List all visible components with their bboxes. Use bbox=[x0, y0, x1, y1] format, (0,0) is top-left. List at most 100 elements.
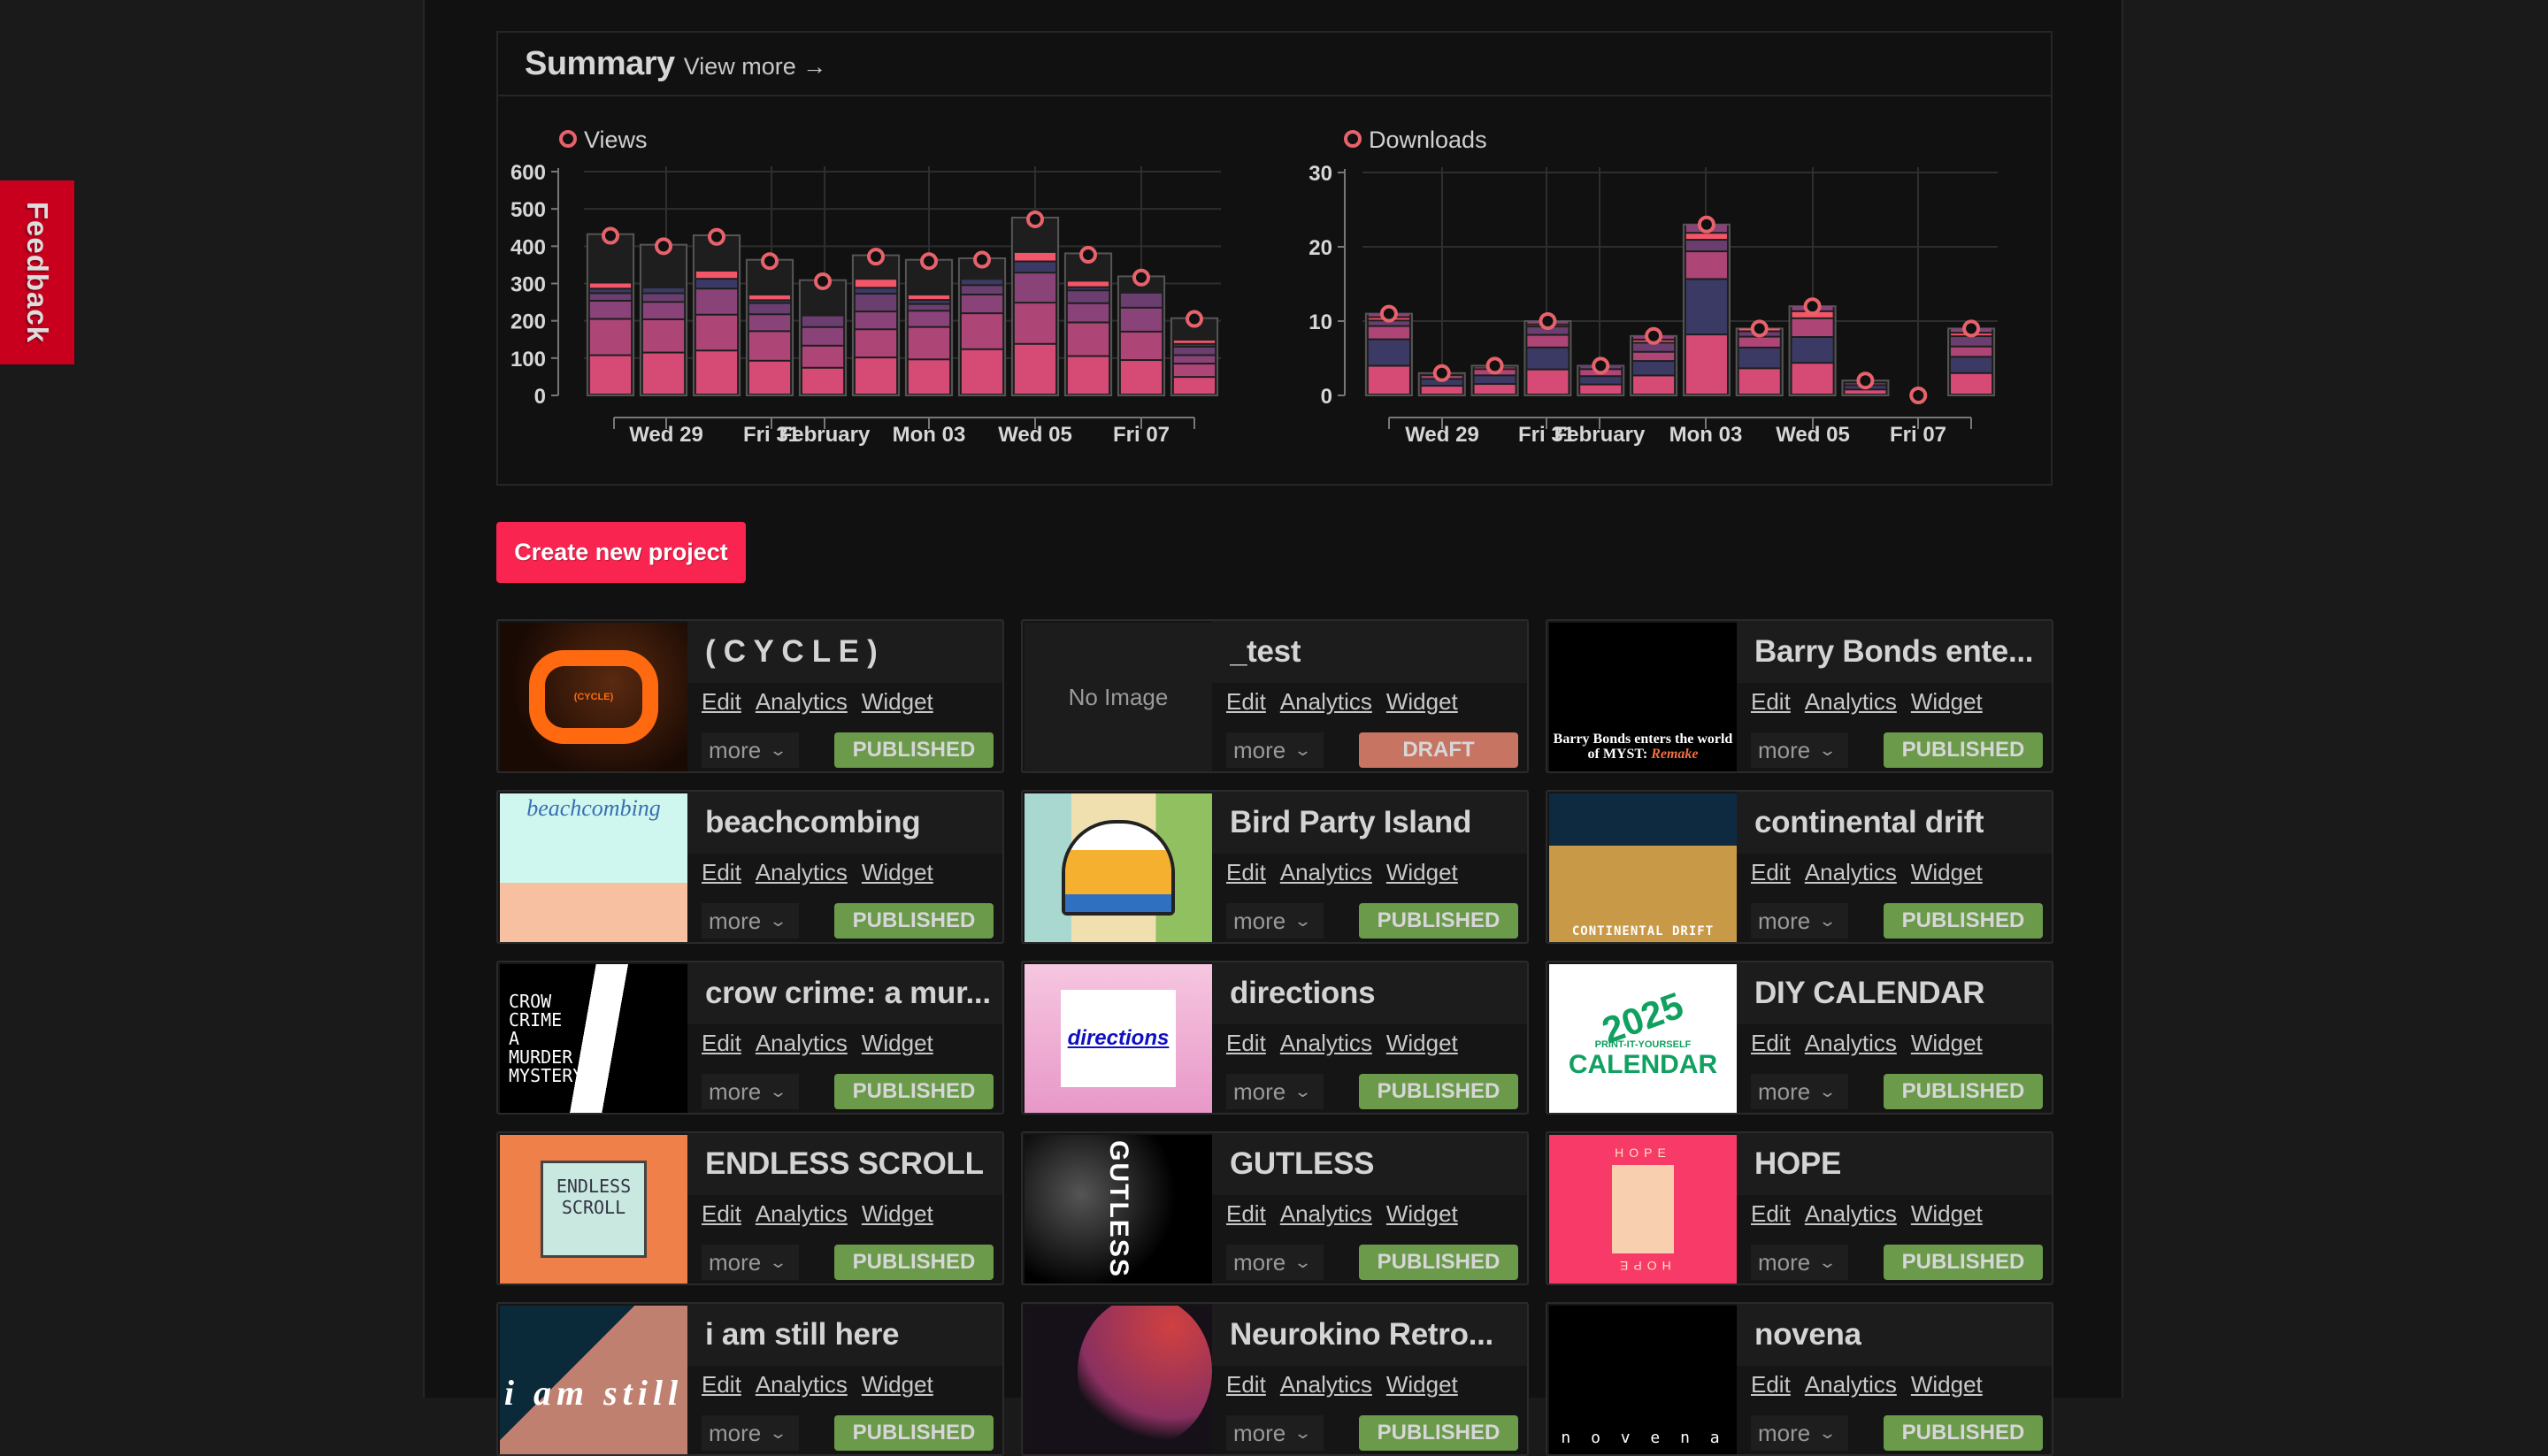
edit-link[interactable]: Edit bbox=[1226, 859, 1266, 886]
status-badge[interactable]: PUBLISHED bbox=[834, 1415, 994, 1451]
edit-link[interactable]: Edit bbox=[702, 688, 741, 716]
status-badge[interactable]: PUBLISHED bbox=[1884, 1415, 2043, 1451]
analytics-link[interactable]: Analytics bbox=[756, 1371, 848, 1399]
widget-link[interactable]: Widget bbox=[862, 859, 933, 886]
project-thumbnail[interactable]: i am still bbox=[500, 1306, 687, 1454]
edit-link[interactable]: Edit bbox=[702, 1371, 741, 1399]
no-image-placeholder[interactable]: No Image bbox=[1025, 623, 1212, 771]
more-dropdown[interactable]: more ⌄ bbox=[1751, 903, 1848, 939]
project-thumbnail[interactable]: GUTLESS bbox=[1025, 1135, 1212, 1284]
edit-link[interactable]: Edit bbox=[1226, 1030, 1266, 1057]
widget-link[interactable]: Widget bbox=[1911, 1371, 1983, 1399]
edit-link[interactable]: Edit bbox=[1226, 1371, 1266, 1399]
project-title[interactable]: crow crime: a mur... bbox=[705, 976, 991, 1011]
status-badge[interactable]: PUBLISHED bbox=[834, 903, 994, 939]
more-dropdown[interactable]: more ⌄ bbox=[1751, 732, 1848, 768]
project-title[interactable]: ( C Y C L E ) bbox=[705, 634, 877, 670]
project-thumbnail[interactable]: beachcombing bbox=[500, 793, 687, 942]
more-dropdown[interactable]: more ⌄ bbox=[1751, 1245, 1848, 1280]
status-badge[interactable]: PUBLISHED bbox=[1359, 1074, 1518, 1109]
create-new-project-button[interactable]: Create new project bbox=[496, 522, 746, 583]
more-dropdown[interactable]: more ⌄ bbox=[1226, 732, 1324, 768]
widget-link[interactable]: Widget bbox=[862, 1371, 933, 1399]
edit-link[interactable]: Edit bbox=[1751, 1371, 1791, 1399]
analytics-link[interactable]: Analytics bbox=[1805, 1200, 1897, 1228]
analytics-link[interactable]: Analytics bbox=[756, 859, 848, 886]
project-thumbnail[interactable]: n o v e n a bbox=[1549, 1306, 1737, 1454]
project-title[interactable]: GUTLESS bbox=[1230, 1146, 1374, 1182]
project-thumbnail[interactable]: 2025 PRINT-IT-YOURSELF CALENDAR bbox=[1549, 964, 1737, 1113]
project-title[interactable]: i am still here bbox=[705, 1317, 899, 1353]
project-thumbnail[interactable]: HOPE HOPE bbox=[1549, 1135, 1737, 1284]
status-badge[interactable]: PUBLISHED bbox=[1359, 1415, 1518, 1451]
edit-link[interactable]: Edit bbox=[1751, 1200, 1791, 1228]
edit-link[interactable]: Edit bbox=[1226, 1200, 1266, 1228]
edit-link[interactable]: Edit bbox=[702, 1200, 741, 1228]
status-badge[interactable]: PUBLISHED bbox=[1359, 903, 1518, 939]
widget-link[interactable]: Widget bbox=[1386, 859, 1458, 886]
project-title[interactable]: _test bbox=[1230, 634, 1301, 670]
edit-link[interactable]: Edit bbox=[1751, 688, 1791, 716]
widget-link[interactable]: Widget bbox=[1911, 688, 1983, 716]
status-badge[interactable]: PUBLISHED bbox=[1884, 732, 2043, 768]
edit-link[interactable]: Edit bbox=[1751, 859, 1791, 886]
project-thumbnail[interactable] bbox=[1025, 793, 1212, 942]
analytics-link[interactable]: Analytics bbox=[1805, 688, 1897, 716]
project-title[interactable]: DIY CALENDAR bbox=[1754, 976, 1984, 1011]
widget-link[interactable]: Widget bbox=[1911, 859, 1983, 886]
analytics-link[interactable]: Analytics bbox=[1280, 688, 1372, 716]
widget-link[interactable]: Widget bbox=[1386, 1371, 1458, 1399]
project-thumbnail[interactable]: CROW CRIME A MURDER MYSTERY bbox=[500, 964, 687, 1113]
project-title[interactable]: Neurokino Retro... bbox=[1230, 1317, 1493, 1353]
more-dropdown[interactable]: more ⌄ bbox=[702, 903, 799, 939]
edit-link[interactable]: Edit bbox=[702, 859, 741, 886]
status-badge[interactable]: PUBLISHED bbox=[834, 1074, 994, 1109]
project-title[interactable]: beachcombing bbox=[705, 805, 920, 840]
more-dropdown[interactable]: more ⌄ bbox=[1226, 1074, 1324, 1109]
more-dropdown[interactable]: more ⌄ bbox=[1226, 1245, 1324, 1280]
analytics-link[interactable]: Analytics bbox=[756, 1200, 848, 1228]
analytics-link[interactable]: Analytics bbox=[1805, 1030, 1897, 1057]
more-dropdown[interactable]: more ⌄ bbox=[1226, 903, 1324, 939]
widget-link[interactable]: Widget bbox=[1911, 1030, 1983, 1057]
analytics-link[interactable]: Analytics bbox=[1805, 859, 1897, 886]
status-badge[interactable]: PUBLISHED bbox=[834, 732, 994, 768]
project-thumbnail[interactable] bbox=[1025, 1306, 1212, 1454]
analytics-link[interactable]: Analytics bbox=[756, 1030, 848, 1057]
project-thumbnail[interactable]: ENDLESS SCROLL bbox=[500, 1135, 687, 1284]
analytics-link[interactable]: Analytics bbox=[1280, 1371, 1372, 1399]
project-title[interactable]: directions bbox=[1230, 976, 1375, 1011]
project-title[interactable]: Barry Bonds ente... bbox=[1754, 634, 2033, 670]
edit-link[interactable]: Edit bbox=[1226, 688, 1266, 716]
status-badge[interactable]: PUBLISHED bbox=[1884, 903, 2043, 939]
status-badge[interactable]: PUBLISHED bbox=[1884, 1074, 2043, 1109]
widget-link[interactable]: Widget bbox=[862, 1200, 933, 1228]
analytics-link[interactable]: Analytics bbox=[1805, 1371, 1897, 1399]
analytics-link[interactable]: Analytics bbox=[1280, 859, 1372, 886]
status-badge[interactable]: DRAFT bbox=[1359, 732, 1518, 768]
project-thumbnail[interactable]: (CYCLE) bbox=[500, 623, 687, 771]
analytics-link[interactable]: Analytics bbox=[756, 688, 848, 716]
more-dropdown[interactable]: more ⌄ bbox=[702, 1415, 799, 1451]
project-title[interactable]: Bird Party Island bbox=[1230, 805, 1471, 840]
edit-link[interactable]: Edit bbox=[702, 1030, 741, 1057]
project-thumbnail[interactable]: Barry Bonds enters the world of MYST: Re… bbox=[1549, 623, 1737, 771]
widget-link[interactable]: Widget bbox=[862, 1030, 933, 1057]
project-title[interactable]: continental drift bbox=[1754, 805, 1984, 840]
more-dropdown[interactable]: more ⌄ bbox=[702, 1074, 799, 1109]
more-dropdown[interactable]: more ⌄ bbox=[702, 1245, 799, 1280]
analytics-link[interactable]: Analytics bbox=[1280, 1200, 1372, 1228]
project-thumbnail[interactable]: directions bbox=[1025, 964, 1212, 1113]
project-title[interactable]: novena bbox=[1754, 1317, 1861, 1353]
more-dropdown[interactable]: more ⌄ bbox=[1751, 1074, 1848, 1109]
more-dropdown[interactable]: more ⌄ bbox=[1226, 1415, 1324, 1451]
project-thumbnail[interactable]: CONTINENTAL DRIFT bbox=[1549, 793, 1737, 942]
analytics-link[interactable]: Analytics bbox=[1280, 1030, 1372, 1057]
project-title[interactable]: ENDLESS SCROLL bbox=[705, 1146, 984, 1182]
project-title[interactable]: HOPE bbox=[1754, 1146, 1841, 1182]
widget-link[interactable]: Widget bbox=[1386, 1030, 1458, 1057]
status-badge[interactable]: PUBLISHED bbox=[1884, 1245, 2043, 1280]
widget-link[interactable]: Widget bbox=[1911, 1200, 1983, 1228]
widget-link[interactable]: Widget bbox=[862, 688, 933, 716]
widget-link[interactable]: Widget bbox=[1386, 1200, 1458, 1228]
